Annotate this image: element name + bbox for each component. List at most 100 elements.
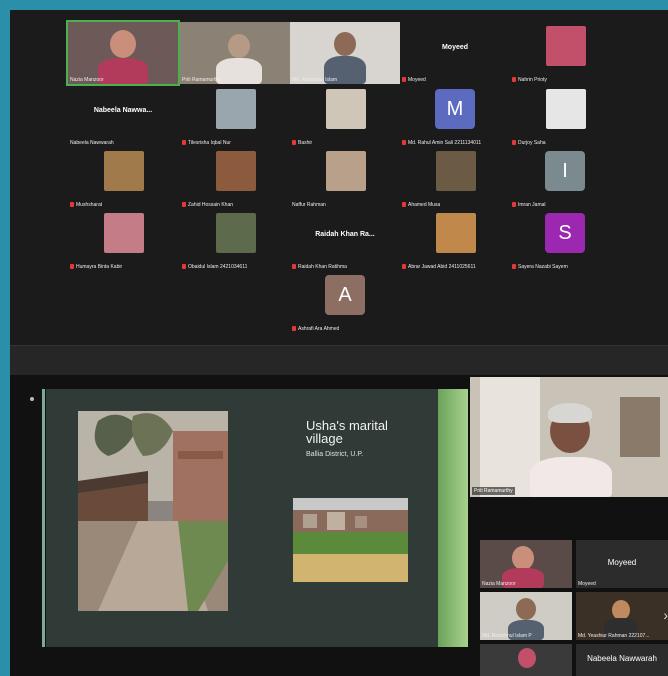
participant-name: Nazia Manzoor (482, 581, 516, 587)
mic-muted-icon (70, 202, 74, 208)
participant-tile[interactable]: Moyeed Moyeed (400, 22, 510, 84)
side-participant-tile[interactable]: Moyeed Moyeed (576, 540, 668, 588)
participant-tile[interactable]: Md. Rowshnul Islam (290, 22, 400, 84)
participant-tile[interactable]: Zahid Hossain Khan (180, 147, 290, 209)
participant-tile[interactable]: Humayra Binta Kabir (68, 209, 178, 271)
participant-thumbnail (546, 26, 586, 66)
participant-thumbnail (546, 89, 586, 129)
participant-tile[interactable]: Nahrin Prioty (510, 22, 620, 84)
participant-tile[interactable]: M Md. Rahul Amin Sali 2211134011 (400, 85, 510, 147)
participant-display-name: Nabeela Nawwarah (587, 654, 657, 663)
field-photo (293, 498, 408, 582)
participant-tile[interactable]: Durjoy Saha (510, 85, 620, 147)
speaker-name: Priti Ramamurthy (472, 487, 515, 495)
mic-muted-icon (292, 264, 296, 270)
slide-green-band (438, 389, 468, 647)
screen-share-view: Usha's marital village Ballia District, … (10, 375, 668, 676)
village-lane-image (78, 411, 228, 611)
participant-name: Nabeela Nawwarah (70, 140, 114, 146)
participant-name: Durjoy Saha (512, 140, 546, 146)
mic-muted-icon (512, 202, 516, 208)
mic-muted-icon (182, 140, 186, 146)
participant-name: Md. Rahul Amin Sali 2211134011 (402, 140, 481, 146)
participant-name-text: Ashrafi Ara Ahmed (298, 326, 340, 332)
participant-name: Imran Jamal (512, 202, 546, 208)
participant-thumbnail (326, 151, 366, 191)
participant-tile[interactable]: Naffur Rahman (290, 147, 400, 209)
participant-tile[interactable]: Bashir (290, 85, 400, 147)
mic-muted-icon (512, 140, 516, 146)
participant-thumbnail (216, 213, 256, 253)
participant-tile[interactable]: S Sayera Nazabi Sayem (510, 209, 620, 271)
side-participant-tile[interactable]: Md. Rowshnul Islam P (480, 592, 572, 640)
participant-name: Md. Rowshnul Islam (292, 77, 338, 83)
side-participant-tile[interactable]: Nabeela Nawwarah (576, 644, 668, 676)
participant-name: Tilesrisha Iqbal Nur (182, 140, 231, 146)
participant-tile[interactable]: Ahamed Musa (400, 147, 510, 209)
participant-avatar: M (435, 89, 475, 129)
participant-name: Sayera Nazabi Sayem (512, 264, 568, 270)
participant-name: Md. Rowshnul Islam P (482, 633, 532, 639)
participant-tile[interactable]: Raidah Khan Ra... Raidah Khan Ratihma (290, 209, 400, 271)
participant-tile[interactable]: Nabeela Nawwa... Nabeela Nawwarah (68, 85, 178, 147)
slide-subtitle: Ballia District, U.P. (306, 451, 364, 458)
participant-name: Obaidul Islam 2421034611 (182, 264, 247, 270)
participant-name: Priti Ramamurthy (182, 77, 221, 83)
participant-display-name: Moyeed (607, 558, 637, 567)
participant-tile[interactable]: Abrar Jawad Abid 2411025611 (400, 209, 510, 271)
participant-name: Nahrin Prioty (512, 77, 547, 83)
participant-name: Moyeed (402, 77, 426, 83)
participant-thumbnail (104, 151, 144, 191)
mic-muted-icon (182, 264, 186, 270)
participant-thumbnail (436, 151, 476, 191)
gallery-view: Nazia Manzoor Priti Ramamurthy Md. Rowsh… (10, 10, 668, 345)
participant-tile[interactable]: Obaidul Islam 2421034611 (180, 209, 290, 271)
participant-tile[interactable]: Nazia Manzoor (66, 20, 180, 86)
participant-name-text: Md. Rahul Amin Sali 2211134011 (408, 140, 482, 146)
mic-muted-icon (182, 202, 186, 208)
participant-name: Nazia Manzoor (70, 77, 104, 83)
participant-thumbnail (216, 89, 256, 129)
mic-muted-icon (402, 264, 406, 270)
participant-name: Mushsharat (70, 202, 102, 208)
mic-muted-icon (292, 326, 296, 332)
participant-name-text: Mushsharat (76, 202, 103, 208)
mic-muted-icon (402, 202, 406, 208)
participant-name: Raidah Khan Ratihma (292, 264, 347, 270)
chevron-right-icon[interactable]: › (663, 607, 668, 623)
participant-name: Naffur Rahman (292, 202, 326, 208)
side-participant-tile[interactable]: Nazia Manzoor (480, 540, 572, 588)
participant-name: Bashir (292, 140, 312, 146)
mic-muted-icon (402, 140, 406, 146)
slide-title: Usha's marital village (306, 418, 388, 446)
participant-name-text: Abrar Jawad Abid 2411025611 (408, 264, 476, 270)
participant-tile[interactable]: I Imran Jamal (510, 147, 620, 209)
side-participant-tile[interactable]: Md. Yeashiur Rahman 222107... (576, 592, 668, 640)
mic-muted-icon (402, 77, 406, 83)
participant-thumbnail (104, 213, 144, 253)
participant-name-text: Humayra Binta Kabir (76, 264, 123, 270)
participant-name: Ahamed Musa (402, 202, 440, 208)
participant-name: Abrar Jawad Abid 2411025611 (402, 264, 476, 270)
mic-muted-icon (292, 140, 296, 146)
participant-name-text: Imran Jamal (518, 202, 546, 208)
participant-tile[interactable]: Tilesrisha Iqbal Nur (180, 85, 290, 147)
share-indicator-icon (30, 397, 34, 401)
side-participant-tile[interactable] (480, 644, 572, 676)
participant-thumbnail (326, 89, 366, 129)
participant-tile[interactable]: A Ashrafi Ara Ahmed (290, 271, 400, 333)
slide-edge (42, 389, 45, 647)
participant-name: Zahid Hossain Khan (182, 202, 233, 208)
participant-name-text: Tilesrisha Iqbal Nur (188, 140, 231, 146)
shared-slide: Usha's marital village Ballia District, … (46, 389, 448, 647)
participant-tile[interactable]: Priti Ramamurthy (180, 22, 290, 84)
participant-display-name: Nabeela Nawwa... (93, 107, 153, 114)
participant-avatar: A (325, 275, 365, 315)
participant-name: Humayra Binta Kabir (70, 264, 122, 270)
active-speaker-video[interactable]: Priti Ramamurthy (470, 377, 668, 497)
mic-muted-icon (512, 77, 516, 83)
participant-tile[interactable]: Mushsharat (68, 147, 178, 209)
participant-name: Moyeed (578, 581, 596, 587)
participant-display-name: Moyeed (441, 44, 469, 51)
participant-name-text: Nahrin Prioty (518, 77, 547, 83)
